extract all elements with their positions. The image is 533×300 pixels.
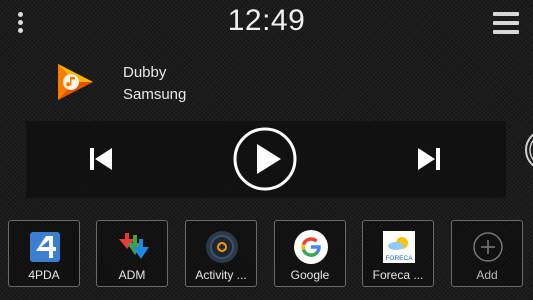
now-playing-panel[interactable]: Dubby Samsung	[25, 50, 505, 114]
adm-icon	[119, 233, 149, 259]
track-title: Dubby	[123, 64, 167, 81]
play-icon	[257, 144, 281, 174]
partial-circle-icon[interactable]	[518, 128, 533, 172]
play-button[interactable]	[233, 127, 297, 191]
google-icon	[294, 230, 328, 264]
app-label: Foreca ...	[372, 268, 424, 282]
track-artist: Samsung	[123, 86, 187, 103]
app-tile-4pda[interactable]: 4PDA	[8, 220, 80, 287]
app-tile-foreca[interactable]: FORECA Foreca ...	[362, 220, 434, 287]
app-label: Activity ...	[195, 268, 247, 282]
top-bar: 12:49	[0, 0, 533, 46]
app-label: Add	[476, 268, 498, 282]
skip-next-icon[interactable]	[416, 146, 442, 172]
app-tile-adm[interactable]: ADM	[96, 220, 168, 287]
media-controls	[26, 121, 506, 198]
clock: 12:49	[227, 4, 306, 37]
app-tile-activity[interactable]: Activity ...	[185, 220, 257, 287]
app-tile-add[interactable]: Add	[451, 220, 523, 287]
hamburger-menu-icon[interactable]	[493, 12, 519, 34]
play-music-icon	[58, 64, 93, 100]
app-label: 4PDA	[28, 268, 60, 282]
app-label: Google	[290, 268, 330, 282]
svg-text:FORECA: FORECA	[385, 255, 413, 262]
4pda-icon	[30, 232, 60, 262]
foreca-icon: FORECA	[383, 231, 415, 263]
add-icon	[473, 232, 503, 262]
activity-icon	[206, 231, 238, 263]
app-label: ADM	[118, 268, 146, 282]
skip-previous-icon[interactable]	[88, 146, 114, 172]
app-dock: 4PDA ADM Activity ... Google FORECA Fore…	[0, 216, 533, 292]
app-tile-google[interactable]: Google	[274, 220, 346, 287]
